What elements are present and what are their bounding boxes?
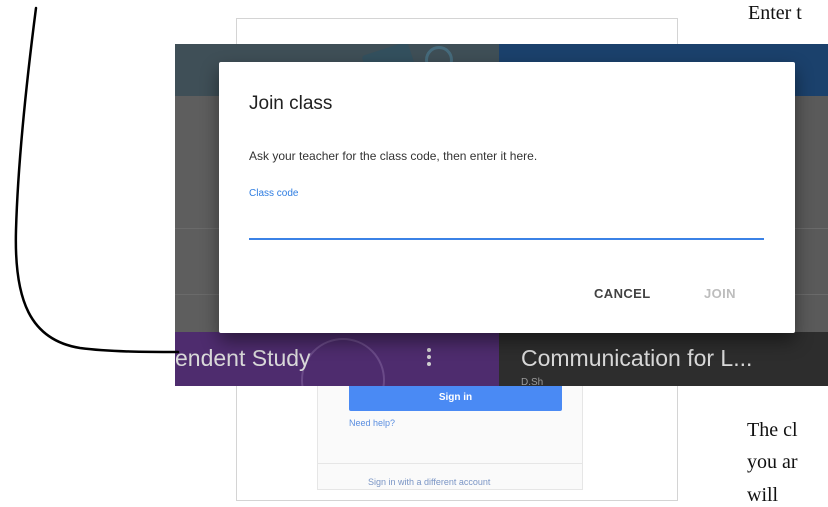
class-card-title[interactable]: Communication for L... xyxy=(521,345,752,372)
different-account-link[interactable]: Sign in with a different account xyxy=(368,477,490,487)
document-text-line-3: will xyxy=(747,484,779,506)
sign-in-button[interactable]: Sign in xyxy=(349,383,562,411)
document-text-top: Enter t xyxy=(748,2,802,24)
class-card-title[interactable]: endent Study xyxy=(175,345,311,372)
class-code-label: Class code xyxy=(249,188,299,199)
document-text-line-1: The cl xyxy=(747,419,798,441)
join-button[interactable]: JOIN xyxy=(704,286,736,301)
class-card-teacher: D.Sh xyxy=(521,377,544,386)
class-code-input[interactable] xyxy=(249,212,764,240)
dialog-description: Ask your teacher for the class code, the… xyxy=(249,149,538,163)
card-illustration xyxy=(301,338,385,386)
cancel-button[interactable]: CANCEL xyxy=(594,286,651,301)
join-class-dialog: Join class Ask your teacher for the clas… xyxy=(219,62,795,333)
more-vert-icon[interactable] xyxy=(425,344,433,370)
need-help-link[interactable]: Need help? xyxy=(349,418,395,428)
dialog-title: Join class xyxy=(249,93,333,114)
signin-divider xyxy=(317,463,583,464)
document-text-line-2: you ar xyxy=(747,451,798,473)
